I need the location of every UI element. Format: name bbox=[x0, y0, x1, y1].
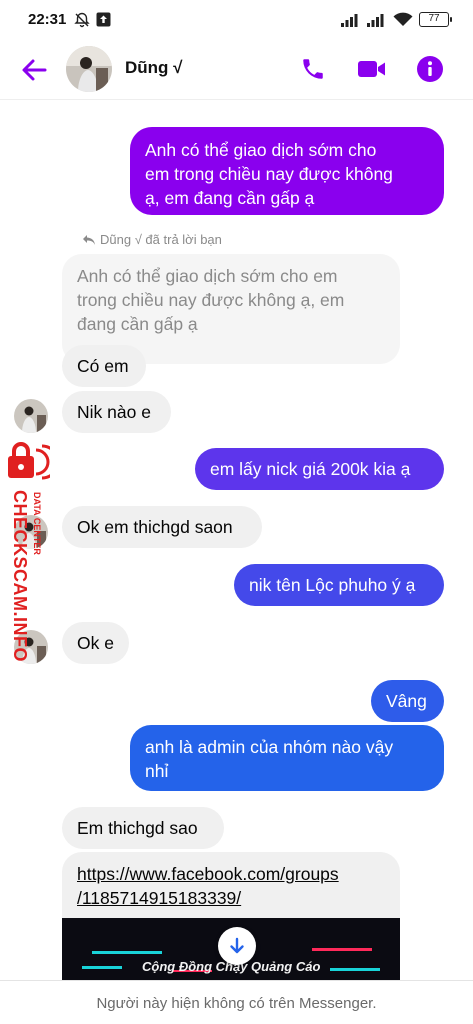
message-link[interactable]: https://www.facebook.com/groups bbox=[77, 862, 385, 886]
cut-off-timestamp bbox=[212, 94, 262, 102]
phone-icon[interactable] bbox=[300, 56, 326, 82]
watermark-caption: DATA CENTER bbox=[32, 492, 42, 555]
message-text: Anh có thể giao dịch sớm cho bbox=[145, 140, 377, 160]
status-bar: 22:31 77 bbox=[0, 0, 473, 40]
contact-name[interactable]: Dũng √ bbox=[125, 58, 182, 78]
message-text: nik tên Lộc phuho ý ạ bbox=[249, 575, 416, 595]
quoted-text: Anh có thể giao dịch sớm cho em bbox=[77, 266, 338, 286]
message-text: Em thichgd sao bbox=[77, 818, 198, 838]
message-bubble-received[interactable]: Em thichgd sao bbox=[62, 807, 224, 849]
battery-indicator: 77 bbox=[419, 12, 452, 27]
message-bubble-sent[interactable]: anh là admin của nhóm nào vậy nhỉ bbox=[130, 725, 444, 791]
message-text: Có em bbox=[77, 356, 129, 376]
message-bubble-link[interactable]: https://www.facebook.com/groups /1185714… bbox=[62, 852, 400, 922]
unavailable-notice-bar: Người này hiện không có trên Messenger. bbox=[0, 980, 473, 1024]
message-bubble-received[interactable]: Có em bbox=[62, 345, 146, 387]
message-bubble-sent[interactable]: em lấy nick giá 200k kia ạ bbox=[195, 448, 444, 490]
message-bubble-received[interactable]: Nik nào e bbox=[62, 391, 171, 433]
status-time: 22:31 bbox=[28, 11, 67, 28]
arrow-down-icon bbox=[230, 937, 244, 954]
watermark-brand: CHECKSCAM.INFO bbox=[10, 490, 30, 662]
message-bubble-received[interactable]: Ok em thichgd saon bbox=[62, 506, 262, 548]
info-icon[interactable] bbox=[416, 55, 444, 83]
conversation-header: Dũng √ bbox=[0, 40, 473, 100]
watermark: CHECKSCAM.INFO DATA CENTER bbox=[2, 442, 54, 662]
quoted-text: đang cần gấp ạ bbox=[77, 314, 198, 334]
reply-indicator: Dũng √ đã trả lời bạn bbox=[82, 232, 222, 247]
message-text: em trong chiều nay được không bbox=[145, 164, 393, 184]
upload-icon bbox=[96, 12, 111, 27]
signal-icon bbox=[341, 13, 358, 27]
contact-avatar-small[interactable] bbox=[14, 399, 48, 433]
message-text: anh là admin của nhóm nào vậy bbox=[145, 737, 394, 757]
message-text: Ok e bbox=[77, 633, 114, 653]
message-bubble-sent[interactable]: Vâng bbox=[371, 680, 444, 722]
message-text: nhỉ bbox=[145, 761, 169, 781]
message-bubble-sent[interactable]: nik tên Lộc phuho ý ạ bbox=[234, 564, 444, 606]
wifi-icon bbox=[393, 12, 413, 26]
signal-icon bbox=[367, 13, 384, 27]
message-text: em lấy nick giá 200k kia ạ bbox=[210, 459, 411, 479]
message-text: ạ, em đang cần gấp ạ bbox=[145, 188, 315, 208]
message-text: Vâng bbox=[386, 691, 427, 711]
message-bubble-received[interactable]: Ok e bbox=[62, 622, 129, 664]
reply-indicator-text: Dũng √ đã trả lời bạn bbox=[100, 232, 222, 247]
reply-arrow-icon bbox=[83, 234, 95, 245]
scroll-to-bottom-button[interactable] bbox=[218, 927, 256, 965]
contact-avatar[interactable] bbox=[66, 46, 112, 92]
message-link[interactable]: /1185714915183339/ bbox=[77, 886, 385, 910]
message-text: Ok em thichgd saon bbox=[77, 517, 233, 537]
lock-icon bbox=[8, 442, 50, 480]
unavailable-notice-text: Người này hiện không có trên Messenger. bbox=[96, 995, 377, 1012]
quoted-text: trong chiều nay được không ạ, em bbox=[77, 290, 345, 310]
notifications-off-icon bbox=[74, 12, 90, 28]
video-camera-icon[interactable] bbox=[357, 57, 387, 81]
back-arrow-icon[interactable] bbox=[20, 56, 48, 84]
message-bubble-sent[interactable]: Anh có thể giao dịch sớm cho em trong ch… bbox=[130, 127, 444, 215]
message-text: Nik nào e bbox=[77, 402, 151, 422]
